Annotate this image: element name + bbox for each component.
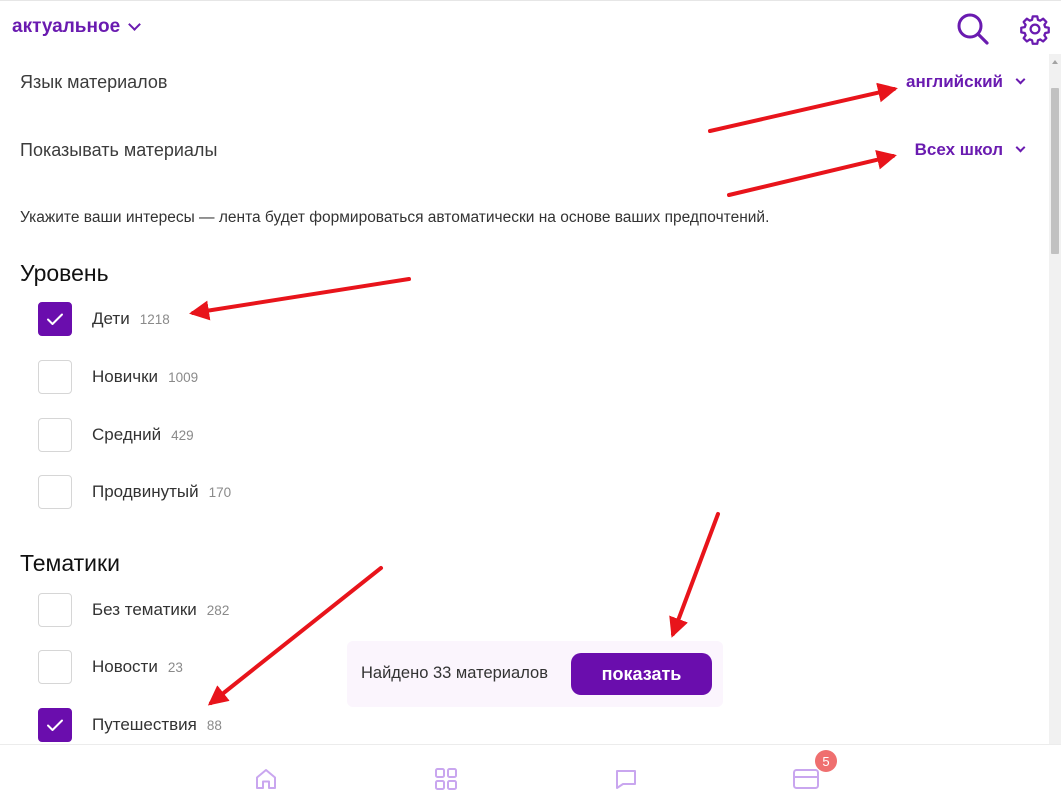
annotation-arrow — [669, 512, 720, 638]
language-value: английский — [906, 72, 1003, 91]
topic-item[interactable]: Путешествия 88 — [38, 708, 222, 742]
chat-icon[interactable] — [614, 767, 638, 796]
item-count: 282 — [206, 602, 230, 618]
checkbox[interactable] — [38, 650, 72, 684]
chevron-down-icon — [128, 17, 142, 31]
level-item[interactable]: Продвинутый 170 — [38, 475, 231, 509]
home-icon[interactable] — [254, 767, 278, 796]
checkbox-label: Путешествия — [92, 715, 197, 734]
checkbox-label: Продвинутый — [92, 482, 199, 501]
results-panel: Найдено 33 материалов показать — [347, 641, 723, 707]
language-dropdown[interactable]: английский — [906, 72, 1026, 92]
grid-icon[interactable] — [434, 767, 458, 796]
item-count: 23 — [167, 659, 183, 675]
checkbox-label: Средний — [92, 425, 162, 444]
schools-dropdown[interactable]: Всех школ — [914, 140, 1026, 160]
bottom-nav — [0, 744, 1061, 799]
search-icon[interactable] — [956, 12, 990, 46]
checkbox[interactable] — [38, 418, 72, 452]
level-item[interactable]: Дети 1218 — [38, 302, 170, 336]
chevron-down-icon — [1015, 142, 1026, 153]
checkbox[interactable] — [38, 302, 72, 336]
chevron-down-icon — [1015, 74, 1026, 85]
item-count: 88 — [206, 717, 222, 733]
interests-hint: Укажите ваши интересы — лента будет форм… — [20, 209, 770, 226]
setting-row-show-materials: Показывать материалы Всех школ — [20, 136, 1030, 166]
setting-row-language: Язык материалов английский — [20, 68, 1030, 98]
level-item[interactable]: Новички 1009 — [38, 360, 198, 394]
schools-value: Всех школ — [914, 140, 1003, 159]
topic-item[interactable]: Новости 23 — [38, 650, 183, 684]
checkbox[interactable] — [38, 360, 72, 394]
item-count: 1009 — [168, 369, 199, 385]
item-count: 429 — [171, 427, 194, 443]
scroll-up-arrow-icon[interactable] — [1052, 60, 1058, 64]
level-item[interactable]: Средний 429 — [38, 418, 194, 452]
section-title-level: Уровень — [20, 260, 109, 286]
scrollbar[interactable] — [1049, 54, 1061, 744]
section-title-topics: Тематики — [20, 550, 120, 576]
feed-selector[interactable]: актуальное — [12, 16, 142, 38]
setting-name: Язык материалов — [20, 72, 168, 92]
scrollbar-thumb[interactable] — [1051, 88, 1059, 254]
feed-selector-label: актуальное — [12, 16, 121, 37]
card-icon[interactable] — [793, 767, 819, 796]
header: актуальное — [0, 4, 1061, 54]
topic-item[interactable]: Без тематики 282 — [38, 593, 229, 627]
item-count: 170 — [208, 484, 232, 500]
results-count-text: Найдено 33 материалов — [361, 664, 548, 682]
setting-name: Показывать материалы — [20, 140, 218, 160]
show-button[interactable]: показать — [571, 653, 712, 695]
checkbox-label: Новости — [92, 657, 158, 676]
item-count: 1218 — [139, 311, 170, 327]
checkbox-label: Новички — [92, 367, 159, 386]
checkbox[interactable] — [38, 708, 72, 742]
checkbox[interactable] — [38, 475, 72, 509]
checkbox[interactable] — [38, 593, 72, 627]
annotation-arrow — [189, 277, 411, 321]
checkbox-label: Дети — [92, 309, 130, 328]
notification-badge: 5 — [815, 750, 837, 772]
gear-icon[interactable] — [1019, 13, 1051, 45]
checkbox-label: Без тематики — [92, 600, 197, 619]
